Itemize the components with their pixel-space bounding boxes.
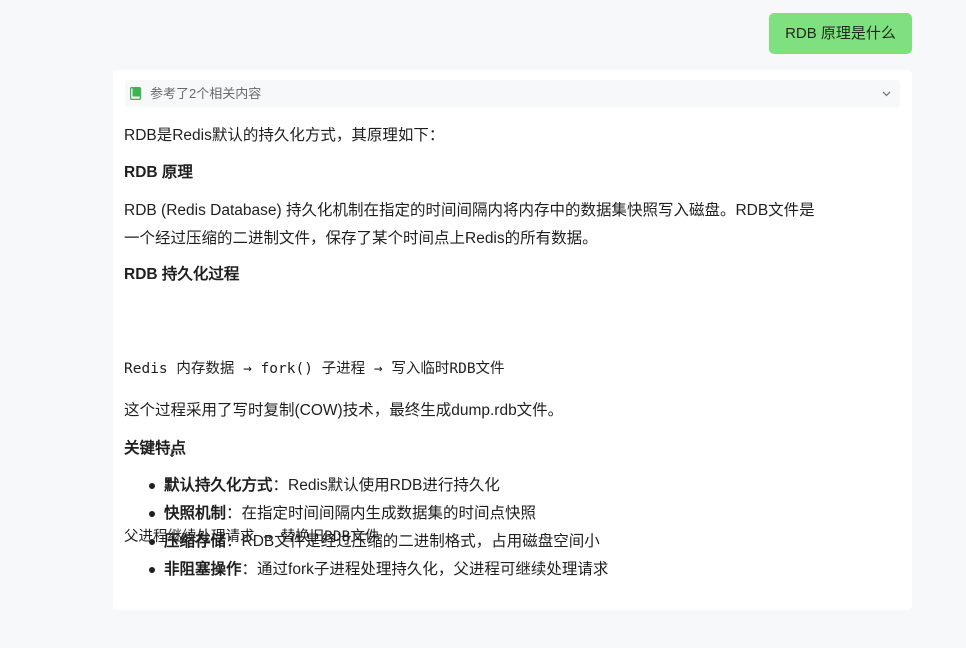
feature-separator: ： (241, 561, 258, 578)
list-item: 非阻塞操作：通过fork子进程处理持久化，父进程可继续处理请求 (149, 556, 609, 584)
feature-name: 默认持久化方式 (164, 477, 273, 494)
feature-separator: ： (226, 533, 242, 550)
feature-desc: 通过fork子进程处理持久化，父进程可继续处理请求 (257, 561, 609, 578)
bullet-icon (149, 511, 155, 517)
bullet-icon (149, 483, 155, 489)
principle-line-1: RDB (Redis Database) 持久化机制在指定的时间间隔内将内存中的… (124, 202, 815, 219)
section-title-features: 关键特点 (124, 440, 187, 457)
chevron-down-icon[interactable] (881, 88, 892, 99)
principle-paragraph: RDB (Redis Database) 持久化机制在指定的时间间隔内将内存中的… (124, 197, 900, 253)
process-line-1: Redis 内存数据 → fork() 子进程 → 写入临时RDB文件 (124, 361, 505, 377)
user-message-bubble: RDB 原理是什么 (769, 13, 912, 54)
intro-text: RDB是Redis默认的持久化方式，其原理如下： (124, 127, 445, 144)
answer-card: 参考了2个相关内容 RDB是Redis默认的持久化方式，其原理如下： RDB 原… (113, 70, 912, 610)
feature-separator: ： (226, 505, 242, 522)
feature-name: 快照机制 (164, 505, 227, 522)
section-title-principle: RDB 原理 (124, 164, 193, 181)
feature-desc: RDB文件是经过压缩的二进制格式，占用磁盘空间小 (241, 533, 600, 550)
bullet-icon (149, 539, 155, 545)
bullet-icon (149, 567, 155, 573)
list-item: 默认持久化方式：Redis默认使用RDB进行持久化 (149, 472, 608, 500)
cow-note: 这个过程采用了写时复制(COW)技术，最终生成dump.rdb文件。 (124, 402, 564, 419)
book-icon (130, 87, 142, 100)
references-toggle[interactable]: 参考了2个相关内容 (125, 80, 900, 107)
principle-line-2: 一个经过压缩的二进制文件，保存了某个时间点上Redis的所有数据。 (124, 230, 598, 247)
feature-separator: ： (272, 477, 289, 494)
feature-name: 非阻塞操作 (164, 561, 242, 578)
feature-name: 压缩存储 (164, 533, 227, 550)
features-list: 默认持久化方式：Redis默认使用RDB进行持久化 快照机制：在指定时间间隔内生… (149, 472, 609, 584)
feature-desc: 在指定时间间隔内生成数据集的时间点快照 (241, 505, 537, 522)
list-item: 压缩存储：RDB文件是经过压缩的二进制格式，占用磁盘空间小 (149, 528, 608, 556)
references-label: 参考了2个相关内容 (150, 86, 262, 101)
feature-desc: Redis默认使用RDB进行持久化 (288, 477, 500, 494)
section-title-process: RDB 持久化过程 (124, 266, 240, 283)
list-item: 快照机制：在指定时间间隔内生成数据集的时间点快照 (149, 500, 608, 528)
